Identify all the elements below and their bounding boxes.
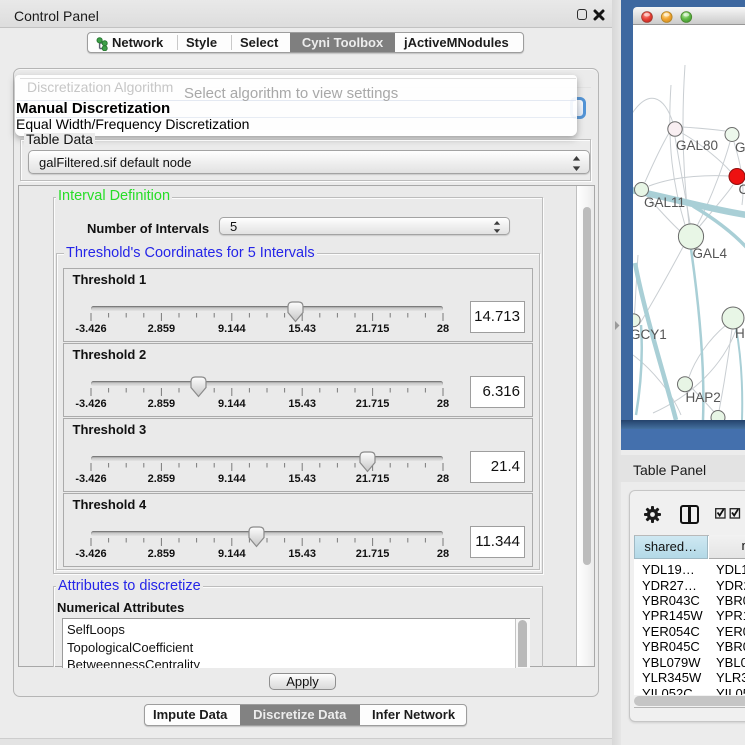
svg-text:GAL4: GAL4 bbox=[693, 246, 728, 261]
svg-text:GAL11: GAL11 bbox=[644, 195, 685, 210]
svg-text:GCY1: GCY1 bbox=[633, 327, 667, 342]
svg-text:CY: CY bbox=[739, 182, 745, 197]
svg-text:GAL80: GAL80 bbox=[676, 138, 718, 153]
svg-text:GA: GA bbox=[735, 140, 745, 155]
svg-text:HAP2: HAP2 bbox=[686, 390, 721, 405]
svg-text:HI: HI bbox=[735, 326, 745, 341]
